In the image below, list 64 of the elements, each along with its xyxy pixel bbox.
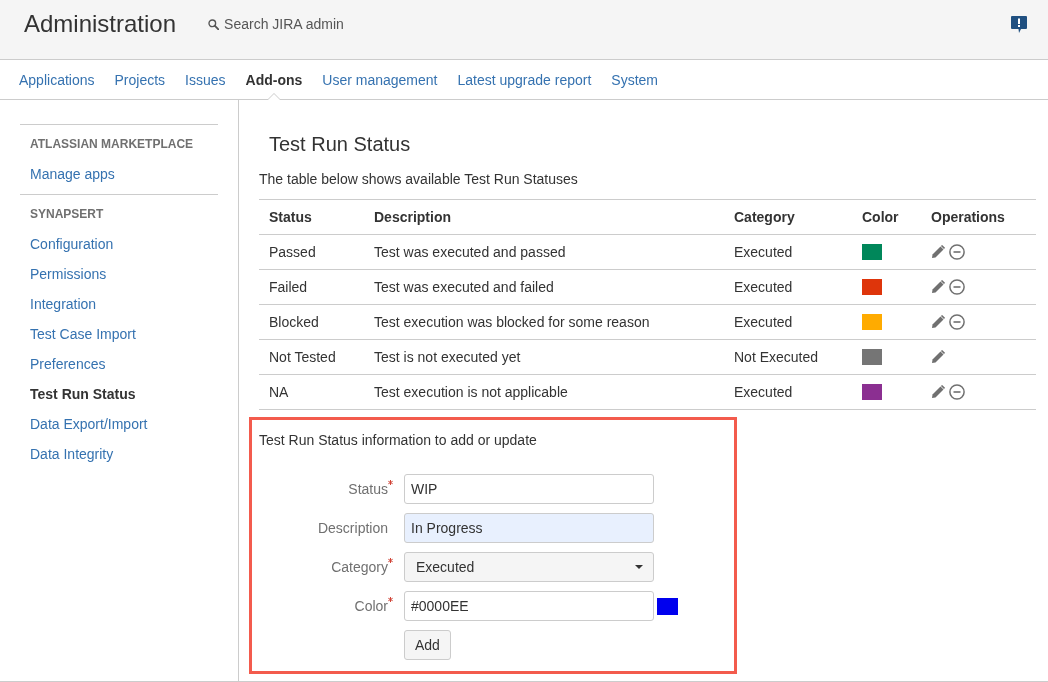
table-cell-text: Test execution is not applicable: [373, 384, 569, 400]
input-field[interactable]: #0000EE: [404, 591, 654, 621]
nav-tab[interactable]: Applications: [9, 60, 105, 100]
pencil-icon[interactable]: [931, 280, 945, 294]
section-heading: ATLASSIAN MARKETPLACE: [29, 136, 195, 153]
sidebar-item[interactable]: Test Case Import: [20, 319, 218, 349]
nav-tab[interactable]: Add-ons: [235, 60, 313, 100]
nav-tab[interactable]: System: [601, 60, 669, 100]
pencil-icon[interactable]: [931, 385, 945, 399]
sidebar-item[interactable]: Manage apps: [20, 159, 218, 189]
caret-icon: [635, 565, 643, 569]
table-cell-text: Executed: [733, 279, 794, 295]
sidebar-item[interactable]: Configuration: [20, 229, 218, 259]
nav-tab[interactable]: User management: [312, 60, 448, 100]
field-label: Description: [317, 519, 388, 537]
column-header: Description: [373, 209, 452, 225]
section-heading: SYNAPSERT: [29, 206, 105, 223]
section-title: Test Run Status: [269, 132, 412, 157]
column-header: Category: [733, 209, 796, 225]
minus-circle-icon[interactable]: [949, 279, 965, 295]
page-title: Administration: [24, 9, 177, 39]
sidebar-item[interactable]: Test Run Status: [20, 379, 218, 409]
table-cell-text: Test execution was blocked for some reason: [373, 314, 651, 330]
sidebar-item[interactable]: Permissions: [20, 259, 218, 289]
table-cell-text: NA: [268, 384, 290, 400]
table-cell-text: Passed: [268, 244, 317, 260]
field-label: Category: [331, 558, 388, 576]
table-cell-text: Executed: [733, 244, 794, 260]
table-cell-text: Executed: [733, 314, 794, 330]
pencil-icon[interactable]: [931, 245, 945, 259]
column-header: Color: [861, 209, 900, 225]
table-cell-text: Executed: [733, 384, 794, 400]
pencil-icon[interactable]: [931, 315, 945, 329]
alert-bubble-icon[interactable]: [1011, 15, 1027, 33]
input-field[interactable]: WIP: [404, 474, 654, 504]
intro-text: The table below shows available Test Run Statuses: [259, 170, 579, 189]
sidebar-item[interactable]: Integration: [20, 289, 218, 319]
add-button[interactable]: Add: [404, 630, 451, 660]
table-cell-text: Test is not executed yet: [373, 349, 522, 365]
table-cell-text: Blocked: [268, 314, 320, 330]
search-field[interactable]: Search JIRA admin: [224, 14, 355, 34]
column-header: Operations: [930, 209, 1006, 225]
input-field[interactable]: In Progress: [404, 513, 654, 543]
field-label: Color: [354, 597, 388, 615]
nav-tab[interactable]: Issues: [175, 60, 236, 100]
minus-circle-icon[interactable]: [949, 244, 965, 260]
field-label: Status: [348, 480, 388, 498]
nav-tab[interactable]: Latest upgrade report: [447, 60, 602, 100]
minus-circle-icon[interactable]: [949, 314, 965, 330]
nav-tab[interactable]: Projects: [104, 60, 176, 100]
minus-circle-icon[interactable]: [949, 384, 965, 400]
table-cell-text: Failed: [268, 279, 309, 295]
dropdown-select[interactable]: Executed: [404, 552, 654, 582]
sidebar-item[interactable]: Preferences: [20, 349, 218, 379]
column-header: Status: [268, 209, 313, 225]
search-icon: [208, 18, 220, 30]
table-cell-text: Test was executed and failed: [373, 279, 555, 295]
form-heading: Test Run Status information to add or update: [259, 431, 538, 450]
table-cell-text: Not Executed: [733, 349, 820, 365]
table-cell-text: Test was executed and passed: [373, 244, 567, 260]
pencil-icon[interactable]: [931, 350, 945, 364]
table-cell-text: Not Tested: [268, 349, 337, 365]
sidebar-item[interactable]: Data Integrity: [20, 439, 218, 469]
sidebar-item[interactable]: Data Export/Import: [20, 409, 218, 439]
